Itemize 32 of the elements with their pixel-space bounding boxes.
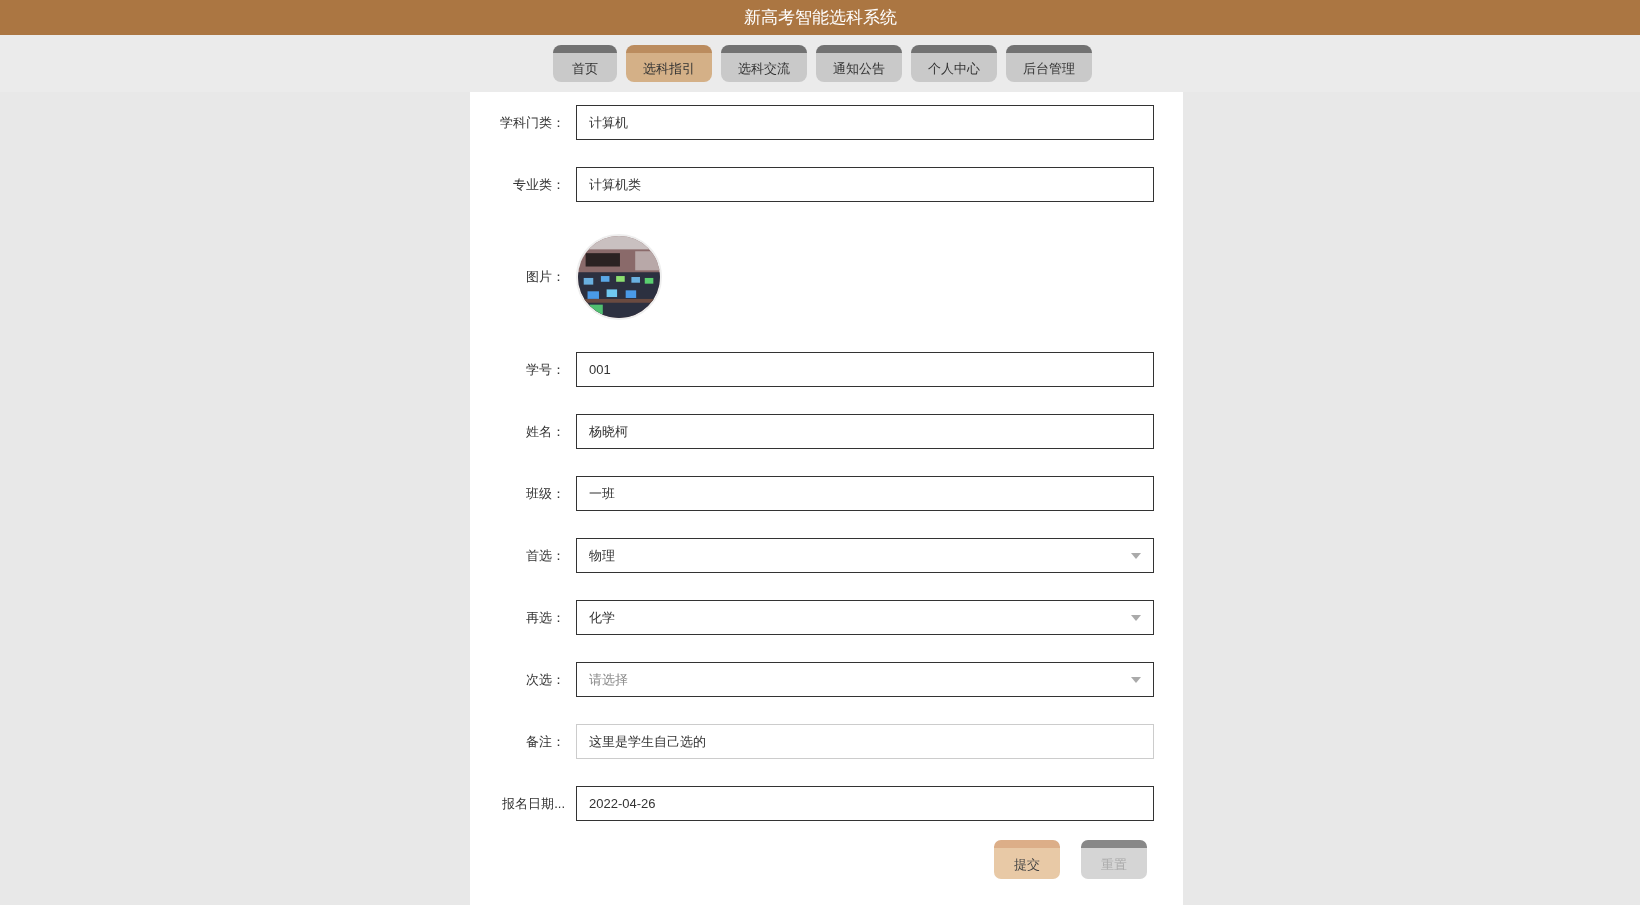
field-label: 图片： [525, 268, 565, 287]
nav-tab[interactable]: 通知公告 [816, 45, 902, 82]
text-field[interactable]: 2022-04-26 [576, 786, 1154, 821]
submit-button[interactable]: 提交 [994, 840, 1060, 879]
field-label: 再选： [525, 608, 565, 627]
text-field[interactable]: 一班 [576, 476, 1154, 511]
field-label: 首选： [525, 546, 565, 565]
site-title: 新高考智能选科系统 [743, 6, 897, 29]
text-field[interactable]: 001 [576, 352, 1154, 387]
nav-tab[interactable]: 选科指引 [626, 45, 712, 82]
nav-tab[interactable]: 后台管理 [1006, 45, 1092, 82]
nav-tab[interactable]: 个人中心 [911, 45, 997, 82]
field-label: 专业类： [512, 175, 565, 194]
dropdown-caret-icon [1131, 552, 1141, 559]
field-label: 学号： [525, 360, 565, 379]
remark-field[interactable]: 这里是学生自己选的 [576, 724, 1154, 759]
field-label: 报名日期... [501, 794, 565, 813]
dropdown-caret-icon [1131, 676, 1141, 683]
field-label: 备注： [525, 732, 565, 751]
text-field[interactable]: 计算机类 [576, 167, 1154, 202]
dropdown-caret-icon [1131, 614, 1141, 621]
field-label: 学科门类： [499, 113, 565, 132]
select-field[interactable]: 物理 [576, 538, 1154, 573]
text-field[interactable]: 杨晓柯 [576, 414, 1154, 449]
nav-tab[interactable]: 选科交流 [721, 45, 807, 82]
select-field[interactable]: 请选择 [576, 662, 1154, 697]
field-label: 班级： [525, 484, 565, 503]
field-label: 姓名： [525, 422, 565, 441]
nav-tab[interactable]: 首页 [553, 45, 617, 82]
text-field[interactable]: 计算机 [576, 105, 1154, 140]
select-field[interactable]: 化学 [576, 600, 1154, 635]
field-label: 次选： [525, 670, 565, 689]
